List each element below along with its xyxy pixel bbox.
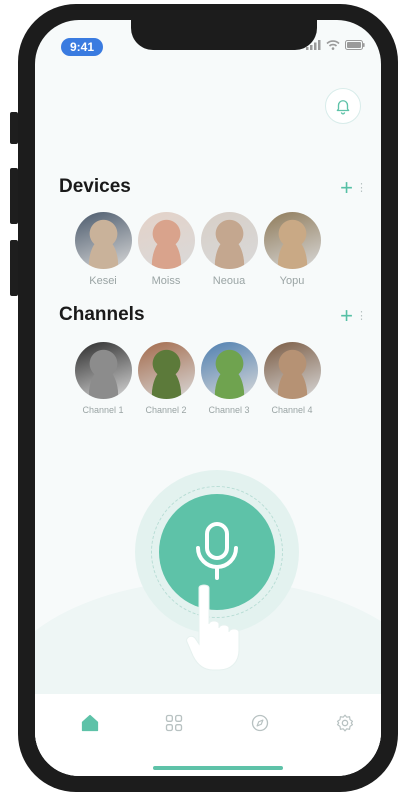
device-item[interactable]: Yopu	[262, 212, 322, 287]
notch	[131, 20, 317, 50]
devices-more-icon[interactable]: ⋮	[356, 183, 367, 194]
device-label: Kesei	[89, 275, 117, 287]
device-item[interactable]: Kesei	[73, 212, 133, 287]
status-time: 9:41	[61, 38, 103, 56]
channel-item[interactable]: Channel 3	[199, 342, 259, 415]
status-icons	[306, 40, 365, 50]
tab-settings[interactable]	[332, 710, 358, 736]
gear-icon	[336, 714, 354, 732]
channel-thumbnail	[74, 342, 132, 399]
device-avatar	[137, 212, 195, 269]
channel-item[interactable]: Channel 1	[73, 342, 133, 415]
channel-item[interactable]: Channel 4	[262, 342, 322, 415]
battery-icon	[345, 40, 365, 50]
channel-label: Channel 1	[82, 405, 124, 415]
wifi-icon	[326, 40, 340, 50]
tab-bar	[35, 694, 381, 776]
volume-up-button	[10, 168, 18, 224]
signal-icon	[306, 40, 321, 50]
channels-title: Channels	[59, 304, 145, 325]
channel-label: Channel 2	[145, 405, 187, 415]
channel-thumbnail	[263, 342, 321, 399]
phone-frame: 9:41 Devices + ⋮ Kesei Moiss Neoua Yopu …	[18, 4, 398, 792]
compass-icon	[251, 714, 269, 732]
tab-explore[interactable]	[247, 710, 273, 736]
notification-button[interactable]	[325, 88, 361, 124]
home-indicator	[153, 766, 283, 770]
channels-more-icon[interactable]: ⋮	[356, 311, 367, 322]
channel-label: Channel 4	[271, 405, 313, 415]
grid-icon	[165, 714, 183, 732]
bell-icon	[336, 100, 350, 115]
device-label: Yopu	[279, 275, 305, 287]
tap-hand-icon	[186, 584, 240, 671]
device-label: Moiss	[151, 275, 181, 287]
add-device-button[interactable]: +	[340, 177, 353, 199]
device-item[interactable]: Moiss	[136, 212, 196, 287]
device-label: Neoua	[212, 275, 246, 287]
channel-thumbnail	[200, 342, 258, 399]
channel-thumbnail	[137, 342, 195, 399]
device-avatar	[263, 212, 321, 269]
device-avatar	[200, 212, 258, 269]
volume-down-button	[10, 240, 18, 296]
add-channel-button[interactable]: +	[340, 305, 353, 327]
device-avatar	[74, 212, 132, 269]
device-item[interactable]: Neoua	[199, 212, 259, 287]
channel-label: Channel 3	[208, 405, 250, 415]
tab-apps[interactable]	[161, 710, 187, 736]
microphone-icon	[196, 522, 238, 580]
channels-list: Channel 1 Channel 2 Channel 3 Channel 4	[73, 342, 322, 415]
tab-home[interactable]	[77, 710, 103, 736]
app-screen: 9:41 Devices + ⋮ Kesei Moiss Neoua Yopu …	[35, 20, 381, 776]
devices-title: Devices	[59, 176, 131, 197]
channel-item[interactable]: Channel 2	[136, 342, 196, 415]
mute-switch	[10, 112, 18, 144]
devices-list: Kesei Moiss Neoua Yopu	[73, 212, 322, 287]
home-icon	[81, 714, 99, 732]
